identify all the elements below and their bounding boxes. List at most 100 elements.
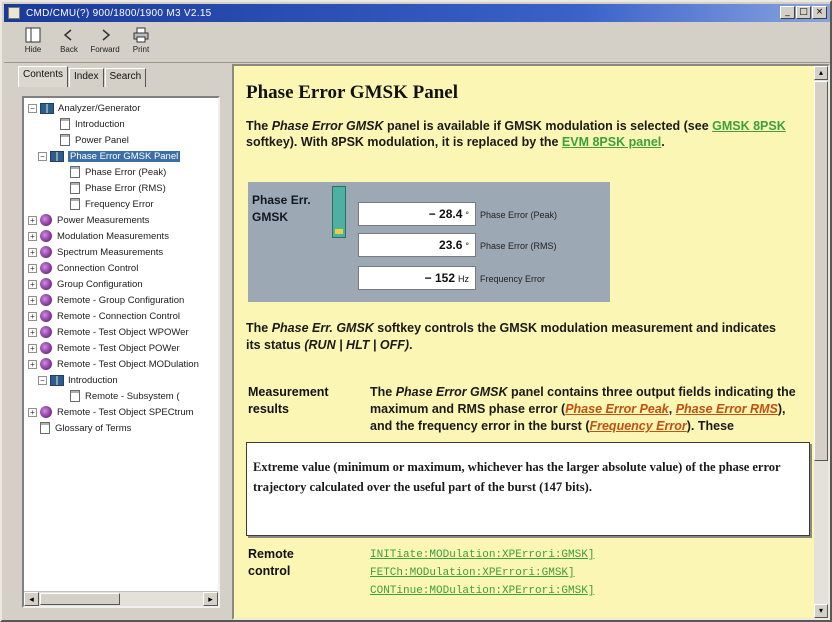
topic-group-icon [40,406,52,418]
expand-icon[interactable]: + [28,231,37,241]
remote-command-link[interactable]: FETCh:MODulation:XPErrori:GMSK] [370,564,594,582]
forward-label: Forward [90,45,120,54]
tree-item[interactable]: + Remote - Test Object SPECtrum [24,404,218,420]
tree-item[interactable]: + Power Measurements [24,212,218,228]
app-icon [8,7,20,19]
scroll-down-button[interactable]: ▾ [814,604,828,618]
tree-item[interactable]: − Phase Error GMSK Panel [24,148,218,164]
expand-icon[interactable]: + [28,343,37,353]
gmsk-8psk-link[interactable]: GMSK 8PSK [712,119,786,133]
phase-error-rms-field: 23.6 ° [358,233,476,257]
tree-item[interactable]: + Connection Control [24,260,218,276]
tree-item-label: Glossary of Terms [55,422,132,434]
tab-search[interactable]: Search [104,68,147,87]
unit: Hz [458,274,469,284]
frequency-error-link[interactable]: Frequency Error [589,419,686,433]
expand-icon[interactable]: + [28,215,37,225]
tree-item-label: Remote - Subsystem ( [85,390,180,402]
hide-icon [24,26,42,44]
tree-item[interactable]: Phase Error (RMS) [24,180,218,196]
toolbar: Hide Back Forward Print [4,23,830,63]
expand-icon[interactable]: + [28,295,37,305]
maximize-button[interactable]: □ [796,6,811,19]
tree-item[interactable]: Glossary of Terms [24,420,218,436]
tree-item[interactable]: + Remote - Test Object POWer [24,340,218,356]
intro-text: softkey). With 8PSK modulation, it is re… [246,135,562,149]
tree-item-label: Remote - Test Object POWer [57,342,180,354]
tree-item[interactable]: Frequency Error [24,196,218,212]
intro-text: The [246,119,272,133]
close-button[interactable]: × [812,6,827,19]
expand-icon[interactable]: + [28,311,37,321]
tab-contents[interactable]: Contents [18,66,69,87]
intro-text-italic: Phase Error GMSK [271,119,384,133]
tree-item-label: Introduction [68,374,118,386]
navigation-pane: Contents Index Search − Analyzer/Generato… [16,66,226,614]
vertical-scroll-thumb[interactable] [814,81,828,461]
horizontal-scroll-thumb[interactable] [40,593,120,605]
scroll-left-button[interactable]: ◂ [24,592,39,606]
horizontal-scrollbar[interactable]: ◂ ▸ [24,591,218,606]
collapse-icon[interactable]: − [38,375,47,385]
collapse-icon[interactable]: − [28,103,37,113]
tree-item-label: Connection Control [57,262,139,274]
expand-icon[interactable]: + [28,247,37,257]
scroll-right-button[interactable]: ▸ [203,592,218,606]
tree-item[interactable]: + Modulation Measurements [24,228,218,244]
tree-item-label: Analyzer/Generator [58,102,141,114]
tree-item[interactable]: Introduction [24,116,218,132]
title-bar[interactable]: CMD/CMU(?) 900/1800/1900 M3 V2.15 _ □ × [4,4,830,22]
tree-item[interactable]: + Remote - Test Object MODulation [24,356,218,372]
tree-item[interactable]: + Spectrum Measurements [24,244,218,260]
minimize-button[interactable]: _ [780,6,795,19]
definition-popup[interactable]: Extreme value (minimum or maximum, which… [246,442,810,536]
frequency-error-field: − 152 Hz [358,266,476,290]
tree-item-label: Phase Error (RMS) [85,182,166,194]
tab-index[interactable]: Index [69,68,104,87]
tree-item-label: Remote - Test Object WPOWer [57,326,189,338]
topic-group-icon [40,358,52,370]
vertical-scrollbar[interactable]: ▴ ▾ [814,66,828,618]
tree-item[interactable]: + Group Configuration [24,276,218,292]
remote-command-link[interactable]: INITiate:MODulation:XPErrori:GMSK] [370,546,594,564]
forward-button[interactable]: Forward [90,23,120,54]
expand-icon[interactable]: + [28,407,37,417]
topic-group-icon [40,262,52,274]
expand-icon[interactable]: + [28,327,37,337]
tree-item-label: Introduction [75,118,125,130]
expand-icon[interactable]: + [28,263,37,273]
tree-item[interactable]: + Remote - Test Object WPOWer [24,324,218,340]
results-text: , [668,402,676,416]
back-button[interactable]: Back [54,23,84,54]
tree-item[interactable]: Phase Error (Peak) [24,164,218,180]
expand-icon[interactable]: + [28,279,37,289]
print-button[interactable]: Print [126,23,156,54]
topic-group-icon [40,342,52,354]
book-icon [40,102,54,114]
hide-button[interactable]: Hide [18,23,48,54]
tree-item[interactable]: + Remote - Group Configuration [24,292,218,308]
measurement-results-text: The Phase Error GMSK panel contains thre… [370,384,810,435]
topic-group-icon [40,214,52,226]
scroll-up-button[interactable]: ▴ [814,66,828,80]
book-icon [50,150,64,162]
print-label: Print [132,45,150,54]
softkey-text: . [409,338,413,352]
tree-item-label: Power Measurements [57,214,150,226]
results-text: The [370,385,396,399]
tree-item[interactable]: Power Panel [24,132,218,148]
tree-item[interactable]: − Analyzer/Generator [24,100,218,116]
tree-item[interactable]: − Introduction [24,372,218,388]
phase-error-rms-link[interactable]: Phase Error RMS [676,402,778,416]
tree-item[interactable]: Remote - Subsystem ( [24,388,218,404]
collapse-icon[interactable]: − [38,151,47,161]
tree-item[interactable]: + Remote - Connection Control [24,308,218,324]
phase-error-peak-link[interactable]: Phase Error Peak [565,402,669,416]
page-icon [70,390,80,402]
evm-8psk-panel-link[interactable]: EVM 8PSK panel [562,135,661,149]
remote-command-link[interactable]: CONTinue:MODulation:XPErrori:GMSK] [370,582,594,600]
page-title: Phase Error GMSK Panel [246,82,458,103]
status-values: (RUN | HLT | OFF) [304,338,410,352]
tree-item-label: Phase Error GMSK Panel [68,150,181,162]
expand-icon[interactable]: + [28,359,37,369]
